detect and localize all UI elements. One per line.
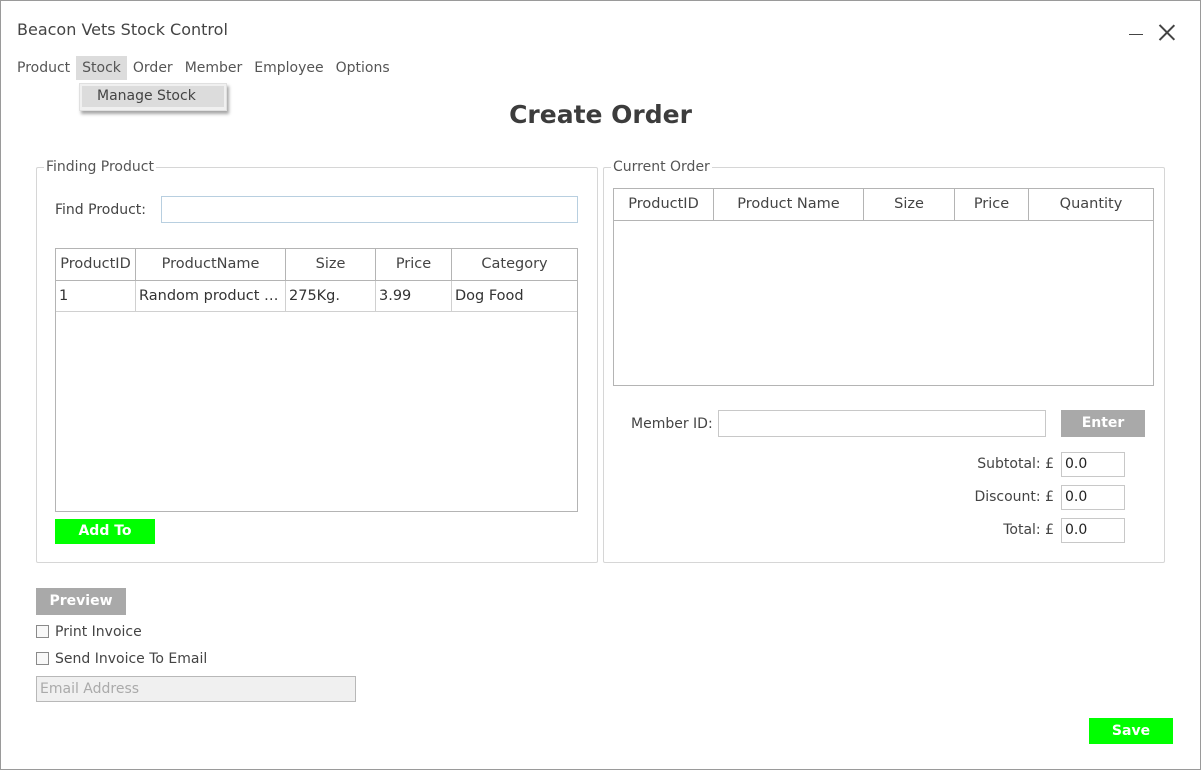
close-icon[interactable] bbox=[1157, 23, 1177, 43]
col-order-productid[interactable]: ProductID bbox=[614, 189, 714, 220]
member-id-input[interactable] bbox=[718, 410, 1046, 437]
col-productname[interactable]: ProductName bbox=[136, 249, 286, 280]
print-invoice-label: Print Invoice bbox=[55, 624, 142, 640]
subtotal-label: Subtotal: £ bbox=[977, 456, 1054, 472]
cell-productname: Random product name bbox=[136, 281, 286, 311]
cell-category: Dog Food bbox=[455, 288, 524, 304]
member-id-label: Member ID: bbox=[631, 416, 713, 432]
product-grid-header: ProductID ProductName Size Price Categor… bbox=[56, 249, 577, 281]
total-field[interactable]: 0.0 bbox=[1061, 518, 1125, 543]
order-grid: ProductID Product Name Size Price Quanti… bbox=[613, 188, 1154, 386]
find-product-label: Find Product: bbox=[55, 202, 147, 218]
subtotal-field[interactable]: 0.0 bbox=[1061, 452, 1125, 477]
cell-size: 275Kg. bbox=[286, 281, 376, 311]
col-productid[interactable]: ProductID bbox=[56, 249, 136, 280]
col-order-price[interactable]: Price bbox=[955, 189, 1029, 220]
enter-button[interactable]: Enter bbox=[1061, 410, 1145, 437]
col-order-size[interactable]: Size bbox=[864, 189, 955, 220]
current-order-legend: Current Order bbox=[613, 159, 710, 175]
discount-field[interactable]: 0.0 bbox=[1061, 485, 1125, 510]
menu-bar: Product Stock Order Member Employee Opti… bbox=[11, 56, 396, 80]
cell-price: 3.99 bbox=[376, 281, 452, 311]
send-email-checkbox[interactable] bbox=[36, 652, 49, 665]
minimize-icon[interactable] bbox=[1129, 17, 1143, 35]
menu-stock[interactable]: Stock bbox=[76, 56, 127, 80]
window-title: Beacon Vets Stock Control bbox=[17, 20, 228, 39]
menu-employee[interactable]: Employee bbox=[248, 56, 329, 80]
menu-member[interactable]: Member bbox=[179, 56, 249, 80]
col-price[interactable]: Price bbox=[376, 249, 452, 280]
col-order-quantity[interactable]: Quantity bbox=[1029, 189, 1153, 220]
preview-button[interactable]: Preview bbox=[36, 588, 126, 615]
col-size[interactable]: Size bbox=[286, 249, 376, 280]
menu-options[interactable]: Options bbox=[330, 56, 396, 80]
order-grid-header: ProductID Product Name Size Price Quanti… bbox=[614, 189, 1153, 221]
app-window: Beacon Vets Stock Control Product Stock … bbox=[0, 0, 1201, 770]
email-address-input[interactable]: Email Address bbox=[36, 676, 356, 702]
cell-productid: 1 bbox=[56, 281, 136, 311]
save-button[interactable]: Save bbox=[1089, 718, 1173, 744]
add-to-order-button[interactable]: Add To Order bbox=[55, 519, 155, 564]
find-product-input[interactable] bbox=[161, 196, 578, 223]
menu-order[interactable]: Order bbox=[127, 56, 179, 80]
col-order-productname[interactable]: Product Name bbox=[714, 189, 864, 220]
table-row[interactable]: 1 Random product name 275Kg. 3.99 Dog Fo… bbox=[56, 281, 577, 312]
finding-product-legend: Finding Product bbox=[46, 159, 154, 175]
total-label: Total: £ bbox=[1003, 522, 1054, 538]
col-category[interactable]: Category bbox=[452, 249, 577, 280]
menu-product[interactable]: Product bbox=[11, 56, 76, 80]
print-invoice-checkbox[interactable] bbox=[36, 625, 49, 638]
send-email-label: Send Invoice To Email bbox=[55, 651, 208, 667]
product-grid: ProductID ProductName Size Price Categor… bbox=[55, 248, 578, 512]
page-title: Create Order bbox=[509, 100, 692, 129]
discount-label: Discount: £ bbox=[974, 489, 1054, 505]
